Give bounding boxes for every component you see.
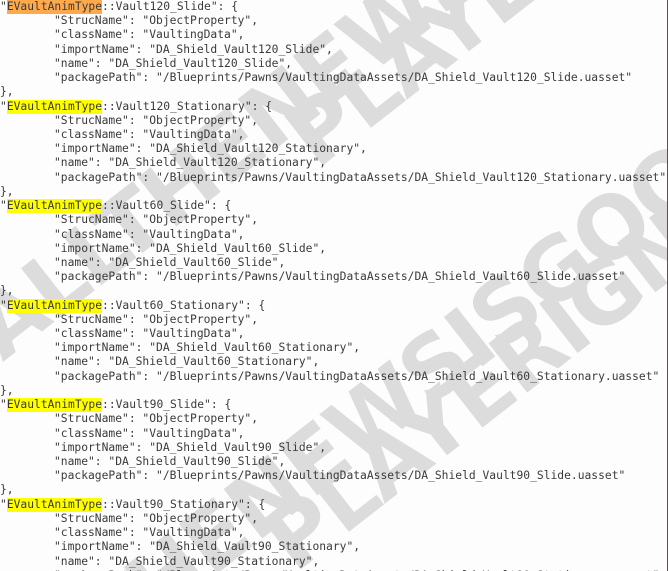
quote-glyph: " bbox=[0, 99, 7, 113]
highlighted-key-token[interactable]: EVaultAnimType bbox=[6, 497, 103, 512]
highlighted-key-token[interactable]: EVaultAnimType bbox=[6, 298, 103, 313]
field-text: "className": "VaultingData", bbox=[54, 28, 245, 42]
field-text: "StrucName": "ObjectProperty", bbox=[54, 312, 259, 326]
field-text: "name": "DA_Shield_Vault60_Stationary", bbox=[54, 355, 320, 369]
code-line-block-header[interactable]: "EVaultAnimType::Vault60_Stationary": { bbox=[0, 298, 667, 313]
field-text: "StrucName": "ObjectProperty", bbox=[54, 14, 259, 28]
code-line-field[interactable]: "packagePath": "/Blueprints/Pawns/Vaulti… bbox=[0, 270, 667, 284]
field-text: "StrucName": "ObjectProperty", bbox=[54, 113, 259, 127]
code-line-block-close[interactable]: }, bbox=[0, 483, 667, 497]
code-line-field[interactable]: "className": "VaultingData", bbox=[0, 28, 667, 42]
block-key-suffix: ::Vault60_Slide": { bbox=[102, 199, 232, 213]
code-viewer-screen: ALLTHENEWSISGOODNEWS PLAYERIGN ALLTHENEW… bbox=[0, 0, 668, 571]
block-key-suffix: ::Vault90_Stationary": { bbox=[102, 497, 266, 511]
field-text: "className": "VaultingData", bbox=[54, 227, 245, 241]
code-line-field[interactable]: "name": "DA_Shield_Vault90_Stationary", bbox=[0, 555, 667, 569]
field-text: "importName": "DA_Shield_Vault60_Slide", bbox=[54, 241, 327, 255]
code-line-block-header[interactable]: "EVaultAnimType::Vault120_Slide": { bbox=[0, 0, 667, 14]
code-line-block-close[interactable]: }, bbox=[0, 384, 667, 398]
code-line-block-header[interactable]: "EVaultAnimType::Vault60_Slide": { bbox=[0, 199, 667, 214]
field-text: "packagePath": "/Blueprints/Pawns/Vaulti… bbox=[54, 170, 667, 184]
field-text: "name": "DA_Shield_Vault90_Slide", bbox=[54, 455, 286, 468]
code-content[interactable]: "EVaultAnimType::Vault120_Slide": {"Stru… bbox=[0, 0, 667, 571]
code-line-field[interactable]: "importName": "DA_Shield_Vault60_Station… bbox=[0, 341, 667, 355]
field-text: "packagePath": "/Blueprints/Pawns/Vaulti… bbox=[54, 469, 626, 483]
field-text: "StrucName": "ObjectProperty", bbox=[54, 412, 259, 426]
field-text: "importName": "DA_Shield_Vault120_Statio… bbox=[54, 142, 367, 156]
code-line-field[interactable]: "className": "VaultingData", bbox=[0, 327, 667, 341]
code-line-field[interactable]: "importName": "DA_Shield_Vault120_Slide"… bbox=[0, 43, 667, 57]
field-text: "packagePath": "/Blueprints/Pawns/Vaulti… bbox=[54, 369, 660, 383]
quote-glyph: " bbox=[0, 199, 7, 213]
field-text: "name": "DA_Shield_Vault60_Slide", bbox=[54, 255, 286, 269]
block-key-suffix: ::Vault120_Slide": { bbox=[102, 0, 239, 13]
block-key-suffix: ::Vault120_Stationary": { bbox=[102, 99, 273, 113]
quote-glyph: " bbox=[0, 298, 7, 312]
code-line-field[interactable]: "name": "DA_Shield_Vault60_Stationary", bbox=[0, 355, 667, 369]
field-text: "importName": "DA_Shield_Vault90_Station… bbox=[54, 540, 361, 554]
code-line-field[interactable]: "className": "VaultingData", bbox=[0, 427, 667, 441]
code-line-field[interactable]: "StrucName": "ObjectProperty", bbox=[0, 412, 667, 426]
quote-glyph: " bbox=[0, 497, 7, 511]
code-line-field[interactable]: "name": "DA_Shield_Vault120_Stationary", bbox=[0, 156, 667, 170]
code-line-field[interactable]: "StrucName": "ObjectProperty", bbox=[0, 114, 667, 128]
code-line-field[interactable]: "packagePath": "/Blueprints/Pawns/Vaulti… bbox=[0, 171, 667, 185]
field-text: "importName": "DA_Shield_Vault60_Station… bbox=[54, 341, 361, 355]
code-line-field[interactable]: "StrucName": "ObjectProperty", bbox=[0, 512, 667, 526]
field-text: "packagePath": "/Blueprints/Pawns/Vaulti… bbox=[54, 71, 633, 85]
code-line-field[interactable]: "name": "DA_Shield_Vault90_Slide", bbox=[0, 455, 667, 469]
code-line-field[interactable]: "importName": "DA_Shield_Vault90_Slide", bbox=[0, 441, 667, 455]
code-line-field[interactable]: "importName": "DA_Shield_Vault60_Slide", bbox=[0, 242, 667, 256]
code-line-field[interactable]: "className": "VaultingData", bbox=[0, 228, 667, 242]
field-text: "className": "VaultingData", bbox=[54, 426, 245, 440]
block-key-suffix: ::Vault60_Stationary": { bbox=[102, 298, 266, 312]
code-line-block-close[interactable]: }, bbox=[0, 284, 667, 298]
code-line-field[interactable]: "className": "VaultingData", bbox=[0, 526, 667, 540]
code-line-field[interactable]: "importName": "DA_Shield_Vault120_Statio… bbox=[0, 142, 667, 156]
highlighted-key-token[interactable]: EVaultAnimType bbox=[6, 199, 103, 214]
block-key-suffix: ::Vault90_Slide": { bbox=[102, 398, 232, 412]
quote-glyph: " bbox=[0, 398, 7, 412]
field-text: "StrucName": "ObjectProperty", bbox=[54, 511, 259, 525]
code-line-field[interactable]: "StrucName": "ObjectProperty", bbox=[0, 213, 667, 227]
code-line-block-header[interactable]: "EVaultAnimType::Vault90_Stationary": { bbox=[0, 497, 667, 512]
code-line-field[interactable]: "StrucName": "ObjectProperty", bbox=[0, 14, 667, 28]
field-text: "className": "VaultingData", bbox=[54, 327, 245, 341]
highlighted-key-token[interactable]: EVaultAnimType bbox=[6, 99, 103, 114]
code-line-field[interactable]: "packagePath": "/Blueprints/Pawns/Vaulti… bbox=[0, 469, 667, 483]
field-text: "name": "DA_Shield_Vault90_Stationary", bbox=[54, 554, 320, 568]
code-line-field[interactable]: "StrucName": "ObjectProperty", bbox=[0, 313, 667, 327]
code-line-field[interactable]: "name": "DA_Shield_Vault120_Slide", bbox=[0, 57, 667, 71]
field-text: "StrucName": "ObjectProperty", bbox=[54, 213, 259, 227]
code-line-field[interactable]: "packagePath": "/Blueprints/Pawns/Vaulti… bbox=[0, 71, 667, 85]
code-line-field[interactable]: "name": "DA_Shield_Vault60_Slide", bbox=[0, 256, 667, 270]
code-line-block-close[interactable]: }, bbox=[0, 185, 667, 199]
code-line-block-header[interactable]: "EVaultAnimType::Vault90_Slide": { bbox=[0, 398, 667, 413]
highlighted-key-token[interactable]: EVaultAnimType bbox=[6, 0, 103, 14]
field-text: "name": "DA_Shield_Vault120_Slide", bbox=[54, 56, 293, 70]
quote-glyph: " bbox=[0, 0, 7, 13]
field-text: "importName": "DA_Shield_Vault120_Slide"… bbox=[54, 42, 333, 56]
code-line-block-close[interactable]: }, bbox=[0, 85, 667, 99]
code-line-field[interactable]: "className": "VaultingData", bbox=[0, 128, 667, 142]
field-text: "name": "DA_Shield_Vault120_Stationary", bbox=[54, 156, 327, 170]
code-line-field[interactable]: "packagePath": "/Blueprints/Pawns/Vaulti… bbox=[0, 370, 667, 384]
field-text: "importName": "DA_Shield_Vault90_Slide", bbox=[54, 440, 327, 454]
code-line-block-header[interactable]: "EVaultAnimType::Vault120_Stationary": { bbox=[0, 99, 667, 114]
code-line-field[interactable]: "importName": "DA_Shield_Vault90_Station… bbox=[0, 540, 667, 554]
field-text: "className": "VaultingData", bbox=[54, 127, 245, 141]
field-text: "packagePath": "/Blueprints/Pawns/Vaulti… bbox=[54, 270, 626, 284]
highlighted-key-token[interactable]: EVaultAnimType bbox=[6, 398, 103, 413]
field-text: "className": "VaultingData", bbox=[54, 526, 245, 540]
